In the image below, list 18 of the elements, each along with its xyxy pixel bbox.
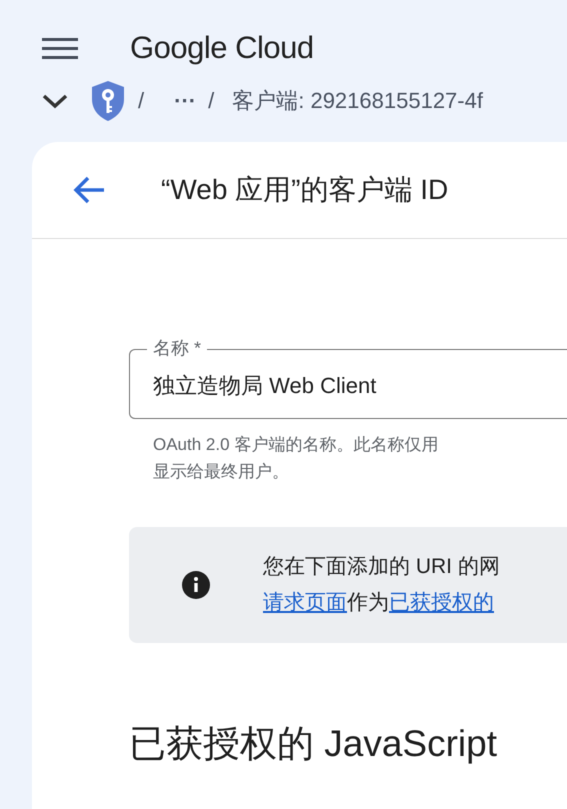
info-text: 您在下面添加的 URI 的网 请求页面作为已获授权的 (263, 554, 500, 616)
field-label: 名称 * (147, 337, 208, 359)
page-title: “Web 应用”的客户端 ID (161, 173, 448, 207)
link[interactable]: 已获授权的 (389, 591, 494, 614)
field-value: 独立造物局 Web Client (153, 372, 376, 400)
breadcrumb-separator: / (208, 88, 214, 114)
menu-icon[interactable] (42, 36, 78, 60)
breadcrumb-current: 客户端: 292168155127-4f (232, 87, 483, 115)
chevron-down-icon[interactable] (42, 93, 68, 109)
breadcrumb-separator: / (138, 88, 144, 114)
helper-text: OAuth 2.0 客户端的名称。此名称仅用 显示给最终用户。 (153, 434, 440, 483)
breadcrumb-ellipsis[interactable]: ··· (174, 88, 196, 114)
logo[interactable]: Google Cloud (130, 30, 314, 66)
shield-key-icon[interactable] (90, 80, 126, 122)
section-heading: 已获授权的 JavaScript (129, 722, 498, 766)
info-icon (182, 571, 210, 599)
link[interactable]: 请求页面 (263, 591, 347, 614)
back-arrow-icon[interactable] (72, 175, 106, 205)
